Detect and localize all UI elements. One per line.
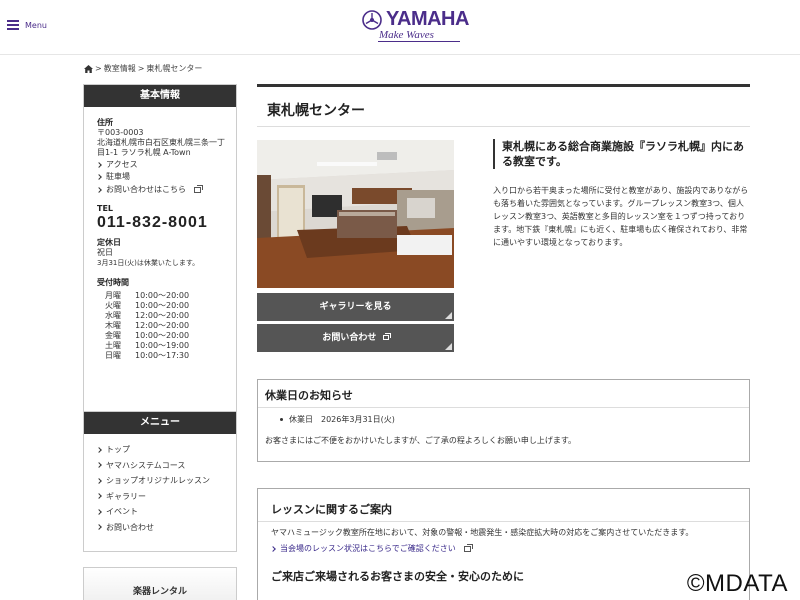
gallery-button[interactable]: ギャラリーを見る <box>257 293 454 321</box>
tuning-fork-emblem-icon <box>362 9 382 30</box>
menu-label: Menu <box>25 20 47 30</box>
parking-link[interactable]: 駐車場 <box>96 171 226 183</box>
menu-panel: メニュー トップ ヤマハシステムコース ショップオリジナルレッスン ギャラリー … <box>83 412 237 552</box>
chevron-right-icon <box>96 477 102 484</box>
title-divider <box>257 126 750 127</box>
external-link-icon <box>463 543 473 552</box>
page-title: 東札幌センター <box>267 103 365 119</box>
home-icon[interactable] <box>84 64 93 73</box>
notice-rule <box>258 407 749 408</box>
chevron-right-icon <box>96 186 102 193</box>
contact-link[interactable]: お問い合わせはこちら <box>96 183 226 196</box>
notice-title: 休業日のお知らせ <box>265 389 353 402</box>
breadcrumb-current: 東札幌センター <box>146 64 203 73</box>
lesson-rule <box>258 521 749 522</box>
hours-row: 月曜 10:00〜20:00 <box>105 291 190 300</box>
lesson-info-box: レッスンに関するご案内 ヤマハミュージック教室所在地において、対象の警報・地震発… <box>257 488 750 600</box>
hamburger-icon <box>7 20 19 30</box>
basic-info-panel: 基本情報 住所 〒003-0003 北海道札幌市白石区東札幌三条一丁目1-1 ラ… <box>83 84 237 412</box>
hours-row: 木曜 12:00〜20:00 <box>105 321 190 330</box>
tel-label: TEL <box>97 204 114 213</box>
menu-item-top[interactable]: トップ <box>96 442 226 458</box>
basic-info-heading: 基本情報 <box>84 85 236 107</box>
lesson-body: ヤマハミュージック教室所在地において、対象の警報・地震発生・感染症拡大時の対応を… <box>271 528 694 537</box>
lesson-title: レッスンに関するご案内 <box>271 503 392 516</box>
menu-button[interactable]: Menu <box>7 20 47 30</box>
chevron-right-icon <box>96 161 102 168</box>
hours-row: 日曜 10:00〜17:30 <box>105 351 190 360</box>
breadcrumb: > 教室情報 > 東札幌センター <box>84 63 202 74</box>
logo-underline <box>378 41 460 42</box>
watermark: ©MDATA <box>686 570 788 597</box>
notice-message: お客さまにはご不便をおかけいたしますが、ご了承の程よろしくお願い申し上げます。 <box>265 436 577 445</box>
lesson-status-link[interactable]: 当会場のレッスン状況はこちらでご確認ください <box>270 543 749 554</box>
address-label: 住所 <box>97 118 113 127</box>
classroom-photo-illustration <box>257 140 454 288</box>
hours-row: 水曜 12:00〜20:00 <box>105 311 190 320</box>
external-link-icon <box>382 333 391 340</box>
intro-title: 東札幌にある総合商業施設『ラソラ札幌』内にある教室です。 <box>493 139 750 169</box>
access-link[interactable]: アクセス <box>96 158 226 171</box>
hours-table: 月曜 10:00〜20:00 火曜 10:00〜20:00 水曜 12:00〜20:0… <box>97 291 226 361</box>
title-rule <box>257 84 750 87</box>
chevron-right-icon <box>270 545 276 552</box>
breadcrumb-link-classroom[interactable]: 教室情報 <box>104 63 136 74</box>
hours-row: 土曜 10:00〜19:00 <box>105 341 190 350</box>
address-text: 北海道札幌市白石区東札幌三条一丁目1-1 ラソラ札幌 A-Town <box>97 138 225 157</box>
yamaha-logo[interactable]: YAMAHA Make Waves <box>362 8 472 48</box>
holiday-text: 祝日 <box>97 248 113 257</box>
logo-wordmark: YAMAHA <box>386 8 469 30</box>
phone-number[interactable]: 011-832-8001 <box>97 214 226 232</box>
chevron-right-icon <box>96 508 102 515</box>
bullet-icon <box>280 418 283 421</box>
chevron-right-icon <box>96 174 102 180</box>
chevron-right-icon <box>96 493 102 500</box>
menu-item-system-course[interactable]: ヤマハシステムコース <box>96 458 226 474</box>
menu-item-event[interactable]: イベント <box>96 504 226 520</box>
holiday-label: 定休日 <box>97 238 121 247</box>
chevron-right-icon <box>96 524 102 531</box>
contact-button[interactable]: お問い合わせ <box>257 324 454 352</box>
menu-item-original-lesson[interactable]: ショップオリジナルレッスン <box>96 473 226 489</box>
holiday-note: 3月31日(火)は休業いたします。 <box>97 259 200 267</box>
chevron-right-icon <box>96 446 102 453</box>
holiday-notice-box: 休業日のお知らせ 休業日 2026年3月31日(火) お客さまにはご不便をおかけ… <box>257 379 750 462</box>
menu-item-contact[interactable]: お問い合わせ <box>96 520 226 536</box>
chevron-right-icon <box>96 462 102 469</box>
site-header: Menu YAMAHA Make Waves <box>0 0 800 55</box>
menu-heading: メニュー <box>84 412 236 434</box>
menu-item-gallery[interactable]: ギャラリー <box>96 489 226 505</box>
hours-label: 受付時間 <box>97 278 129 287</box>
hours-row: 火曜 10:00〜20:00 <box>105 301 190 310</box>
hours-row: 金曜 10:00〜20:00 <box>105 331 190 340</box>
instrument-rental-button[interactable]: 楽器レンタル <box>83 567 237 600</box>
safety-title: ご来店ご来場されるお客さまの安全・安心のために <box>271 570 524 583</box>
postal-code: 〒003-0003 <box>97 128 144 137</box>
classroom-photo <box>257 140 454 288</box>
corner-arrow-icon <box>445 312 452 319</box>
intro-body: 入り口から若干奥まった場所に受付と教室があり、施設内でありながらも落ち着いた雰囲… <box>493 186 749 247</box>
external-link-icon <box>194 184 203 193</box>
notice-item: 休業日 2026年3月31日(火) <box>280 414 749 425</box>
corner-arrow-icon <box>445 343 452 350</box>
